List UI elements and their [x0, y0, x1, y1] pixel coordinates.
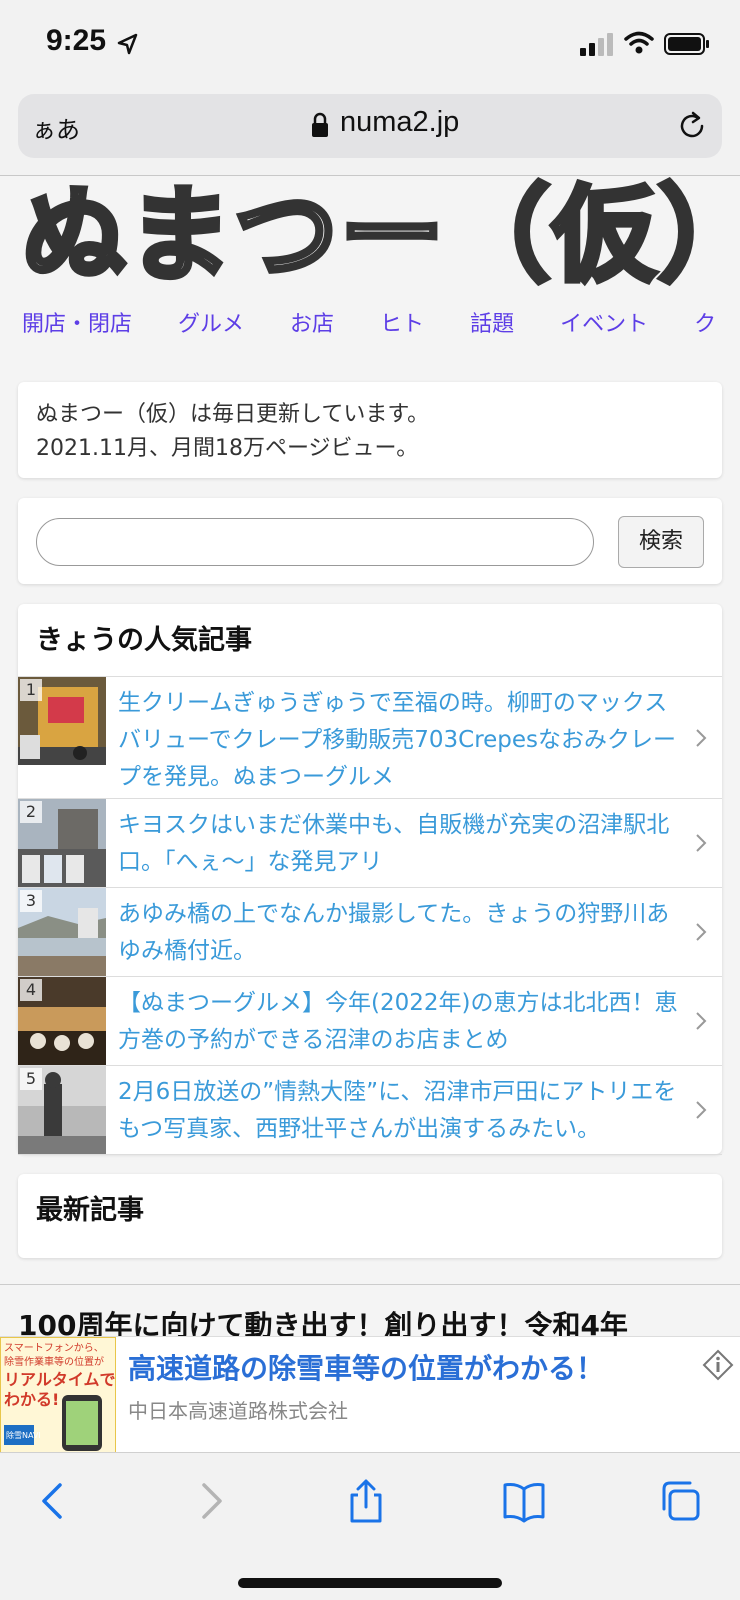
- site-logo[interactable]: ぬまつー（仮）: [22, 176, 722, 294]
- search-input[interactable]: [36, 518, 594, 566]
- location-arrow-icon: [117, 33, 138, 55]
- info-line-2: 2021.11月、月間18万ページビュー。: [36, 436, 419, 461]
- popular-title: きょうの人気記事: [36, 625, 252, 656]
- ranking-list: 1 生クリームぎゅうぎゅうで至福の時。柳町のマックスバリューでクレープ移動販売7…: [18, 676, 722, 1155]
- ad-source: 中日本高速道路株式会社: [128, 1399, 348, 1423]
- rank-number: 1: [20, 679, 42, 701]
- section-divider: [0, 1284, 740, 1285]
- ad-thumbnail: スマートフォンから、 除雪作業車等の位置が リアルタイムで わかる! 除雪NAV…: [0, 1337, 116, 1453]
- rank-number: 5: [20, 1068, 42, 1090]
- chevron-right-icon: [696, 729, 707, 747]
- nav-item-gourmet[interactable]: グルメ: [178, 306, 244, 338]
- tabs-icon[interactable]: [658, 1479, 702, 1523]
- ranking-item-2[interactable]: 2 キヨスクはいまだ休業中も、自販機が充実の沼津駅北口。「へぇ～」な発見アリ: [18, 799, 722, 888]
- nav-item-open-close[interactable]: 開店・閉店: [22, 306, 132, 338]
- reload-icon[interactable]: [676, 110, 708, 142]
- chevron-right-icon: [696, 1101, 707, 1119]
- ad-thumb-text-3: リアルタイムで: [4, 1370, 116, 1389]
- home-indicator[interactable]: [238, 1578, 502, 1588]
- ad-thumb-badge: 除雪NAVI: [6, 1430, 41, 1440]
- article-title[interactable]: 生クリームぎゅうぎゅうで至福の時。柳町のマックスバリューでクレープ移動販売703…: [118, 685, 686, 796]
- article-title[interactable]: キヨスクはいまだ休業中も、自販機が充実の沼津駅北口。「へぇ～」な発見アリ: [118, 807, 686, 881]
- article-title[interactable]: あゆみ橋の上でなんか撮影してた。きょうの狩野川あゆみ橋付近。: [118, 896, 686, 970]
- status-bar: 9:25: [0, 0, 740, 88]
- chevron-right-icon: [696, 1012, 707, 1030]
- info-line-1: ぬまつー（仮）は毎日更新しています。: [36, 402, 430, 427]
- chevron-right-icon: [696, 923, 707, 941]
- article-title[interactable]: 【ぬまつーグルメ】今年(2022年)の恵方は北北西！恵方巻の予約ができる沼津のお…: [118, 985, 686, 1059]
- category-nav: 開店・閉店 グルメ お店 ヒト 話題 イベント ク: [22, 306, 740, 346]
- bookmarks-icon[interactable]: [502, 1479, 546, 1523]
- ranking-item-1[interactable]: 1 生クリームぎゅうぎゅうで至福の時。柳町のマックスバリューでクレープ移動販売7…: [18, 677, 722, 799]
- info-box: ぬまつー（仮）は毎日更新しています。 2021.11月、月間18万ページビュー。: [18, 382, 722, 478]
- latest-articles: 最新記事: [18, 1174, 722, 1258]
- nav-item-events[interactable]: イベント: [560, 306, 648, 338]
- ad-thumb-text-2: 除雪作業車等の位置が: [4, 1355, 104, 1368]
- rank-number: 4: [20, 979, 42, 1001]
- article-title[interactable]: 2月6日放送の”情熱大陸”に、沼津市戸田にアトリエをもつ写真家、西野壮平さんが出…: [118, 1074, 686, 1148]
- web-page: ぬまつー（仮） 開店・閉店 グルメ お店 ヒト 話題 イベント ク ぬまつー（仮）は毎日更新…: [0, 176, 740, 1452]
- share-icon[interactable]: [344, 1479, 388, 1523]
- ranking-item-3[interactable]: 3 あゆみ橋の上でなんか撮影してた。きょうの狩野川あゆみ橋付近。: [18, 888, 722, 977]
- search-button[interactable]: 検索: [618, 516, 704, 568]
- status-time: 9:25: [46, 24, 107, 57]
- url-text[interactable]: numa2.jp: [340, 106, 459, 139]
- ad-info-icon[interactable]: [702, 1349, 734, 1381]
- ad-thumb-text-4: わかる!: [4, 1390, 59, 1409]
- popular-articles: きょうの人気記事 1 生クリームぎゅうぎゅうで至福の時。柳町のマックスバリューで…: [18, 604, 722, 1155]
- nav-item-more[interactable]: ク: [694, 306, 716, 338]
- ranking-item-4[interactable]: 4 【ぬまつーグルメ】今年(2022年)の恵方は北北西！恵方巻の予約ができる沼津…: [18, 977, 722, 1066]
- forward-icon[interactable]: [188, 1479, 232, 1523]
- text-size-button[interactable]: ぁあ: [32, 110, 80, 145]
- battery-icon: [664, 33, 709, 55]
- cellular-signal-icon: [580, 33, 613, 56]
- search-box: 検索: [18, 498, 722, 584]
- ranking-item-5[interactable]: 5 2月6日放送の”情熱大陸”に、沼津市戸田にアトリエをもつ写真家、西野壮平さん…: [18, 1066, 722, 1155]
- latest-title: 最新記事: [36, 1195, 144, 1226]
- ad-title[interactable]: 高速道路の除雪車等の位置がわかる！: [128, 1347, 604, 1387]
- chevron-right-icon: [696, 834, 707, 852]
- back-icon[interactable]: [32, 1479, 76, 1523]
- nav-item-shops[interactable]: お店: [290, 306, 334, 338]
- rank-number: 3: [20, 890, 42, 912]
- lock-icon: [312, 112, 328, 137]
- address-bar[interactable]: ぁあ numa2.jp: [18, 94, 722, 158]
- nav-item-people[interactable]: ヒト: [380, 306, 424, 338]
- ad-thumb-text-1: スマートフォンから、: [4, 1342, 104, 1354]
- ad-banner[interactable]: スマートフォンから、 除雪作業車等の位置が リアルタイムで わかる! 除雪NAV…: [0, 1336, 740, 1453]
- wifi-icon: [624, 31, 654, 54]
- rank-number: 2: [20, 801, 42, 823]
- nav-item-topics[interactable]: 話題: [470, 306, 514, 338]
